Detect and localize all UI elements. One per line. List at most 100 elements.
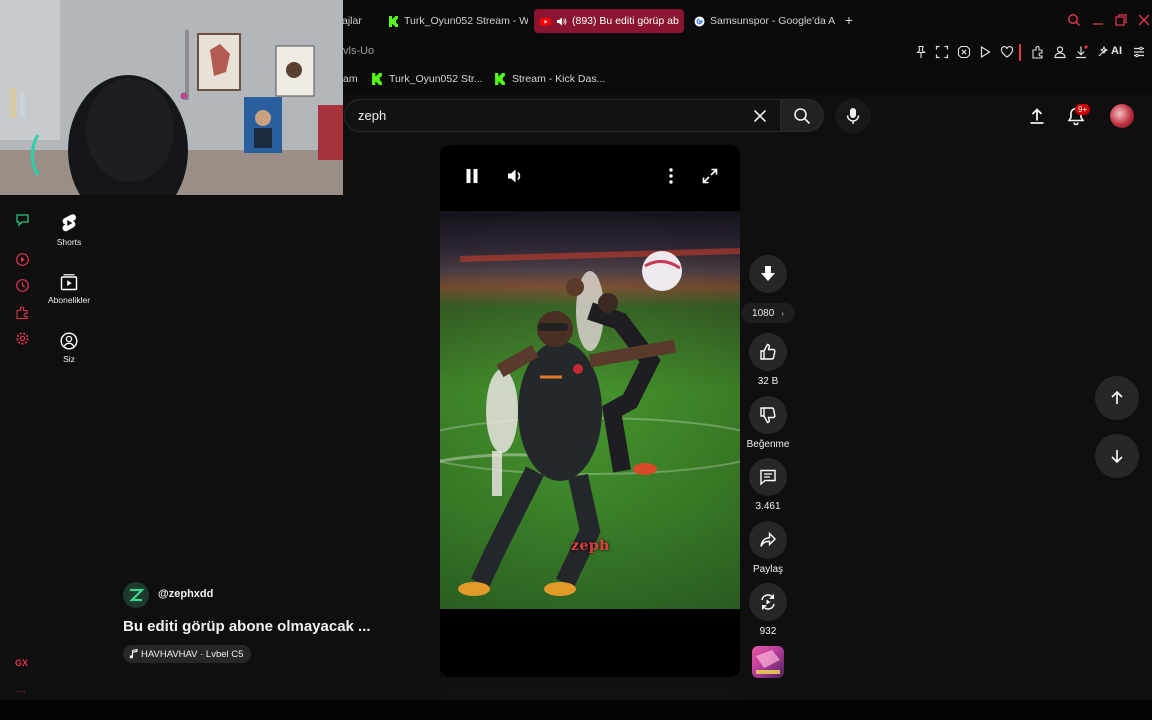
next-short-button[interactable] [1095, 434, 1139, 478]
bookmark-item[interactable]: Stream - Kick Das... [494, 73, 605, 85]
ai-label: AI [1111, 45, 1122, 57]
bookmark-label: Turk_Oyun052 Str... [389, 73, 483, 85]
share-button[interactable] [749, 521, 787, 559]
subscriptions-icon [60, 274, 78, 291]
more-options[interactable]: ... [16, 684, 27, 694]
sparkle-icon [1098, 45, 1109, 56]
share-label: Paylaş [752, 564, 783, 575]
close-window-icon[interactable] [1137, 13, 1151, 27]
guide-item-shorts[interactable]: Shorts [44, 213, 94, 247]
dislike-action[interactable]: Beğenme [746, 396, 790, 450]
music-note-icon [129, 649, 138, 659]
channel-avatar[interactable] [123, 582, 149, 608]
tab-kick-stream[interactable]: Turk_Oyun052 Stream - W [382, 9, 528, 33]
bookmark-item[interactable]: Turk_Oyun052 Str... [371, 73, 483, 85]
remix-button[interactable] [749, 583, 787, 621]
download-action[interactable] [748, 255, 788, 293]
tab-label: (893) Bu editi görüp ab [572, 15, 679, 27]
fullscreen-button[interactable] [699, 165, 721, 187]
dislike-button[interactable] [749, 396, 787, 434]
close-icon[interactable] [751, 107, 769, 125]
new-tab-button[interactable]: + [842, 12, 856, 28]
history-icon[interactable] [15, 278, 30, 293]
bookmark-item[interactable]: am [343, 73, 358, 85]
webcam-overlay [0, 0, 343, 195]
heart-icon[interactable] [1000, 45, 1014, 59]
notification-badge: 9+ [1075, 104, 1091, 115]
arrow-up-icon [1111, 390, 1123, 404]
player-icon[interactable] [978, 45, 992, 59]
snapshot-icon[interactable] [935, 45, 949, 59]
tab-youtube-active[interactable]: (893) Bu editi görüp ab [534, 9, 684, 33]
create-upload-button[interactable] [1025, 104, 1049, 128]
adblock-icon[interactable] [957, 45, 971, 59]
shorts-icon [62, 214, 76, 232]
restore-icon[interactable] [1114, 13, 1128, 27]
volume-button[interactable] [504, 165, 526, 187]
video-frame[interactable]: zeph [440, 211, 740, 609]
kick-icon [372, 73, 382, 85]
comments-action[interactable]: 3.461 [748, 458, 788, 512]
guide-label: Siz [63, 354, 75, 364]
remix-count: 932 [759, 626, 777, 637]
search-button[interactable] [780, 99, 824, 132]
search-input[interactable] [344, 99, 780, 132]
extensions-icon[interactable] [1031, 45, 1045, 59]
audio-track-thumbnail[interactable] [752, 646, 784, 678]
profile-icon[interactable] [1053, 45, 1067, 59]
remix-icon [761, 594, 775, 610]
chat-bubble-icon[interactable] [15, 212, 30, 227]
tab-google[interactable]: Samsunspor - Google'da A [688, 9, 836, 33]
thumbs-up-icon [760, 343, 776, 360]
volume-icon [508, 169, 521, 183]
bottom-bar [0, 700, 1152, 720]
dislike-label: Beğenme [746, 439, 790, 450]
kick-icon [388, 15, 399, 27]
quality-selector[interactable]: 1080 › [741, 303, 795, 323]
search-tabs-icon[interactable] [1067, 13, 1081, 27]
like-action[interactable]: 32 B [748, 333, 788, 387]
tab-label: Turk_Oyun052 Stream - W [404, 15, 528, 27]
pause-icon [466, 169, 478, 183]
download-button[interactable] [749, 255, 787, 293]
more-options-button[interactable] [660, 165, 682, 187]
previous-short-button[interactable] [1095, 376, 1139, 420]
comment-count: 3.461 [755, 501, 781, 512]
comments-button[interactable] [749, 458, 787, 496]
voice-search-button[interactable] [835, 99, 871, 133]
guide-item-subscriptions[interactable]: Abonelikler [44, 273, 94, 305]
settings-gear-icon[interactable] [15, 331, 30, 346]
ai-button[interactable]: AI [1098, 45, 1122, 57]
gx-sidebar [0, 195, 44, 700]
pause-button[interactable] [461, 165, 483, 187]
video-title[interactable]: Bu editi görüp abone olmayacak ... [123, 618, 371, 635]
video-watermark: zeph [571, 538, 610, 554]
remix-action[interactable]: 932 [748, 583, 788, 637]
avatar[interactable] [1110, 104, 1134, 128]
bookmark-label: am [343, 73, 358, 85]
quality-value: 1080 [752, 307, 775, 319]
gx-corner-label[interactable]: GX [15, 658, 28, 668]
channel-name[interactable]: @zephxdd [158, 588, 213, 600]
pin-icon[interactable] [914, 45, 928, 59]
upload-icon [1030, 108, 1044, 124]
tab-label: ajlar [342, 15, 362, 27]
easy-setup-icon[interactable] [1132, 45, 1146, 59]
like-button[interactable] [749, 333, 787, 371]
extensions-icon[interactable] [15, 305, 30, 320]
thumbs-down-icon [760, 407, 776, 424]
search-query[interactable]: zeph [358, 108, 386, 123]
shorts-player[interactable]: zeph [440, 145, 740, 677]
minimize-icon[interactable] [1091, 13, 1105, 27]
audio-pill[interactable]: HAVHAVHAV · Lvbel C5 [123, 645, 252, 663]
share-icon [760, 531, 776, 547]
download-icon[interactable] [1074, 45, 1088, 59]
speaker-icon[interactable] [556, 16, 567, 27]
channel-logo-icon [129, 588, 144, 602]
url-text[interactable]: vls-Uo [343, 45, 374, 57]
arrow-down-icon [1111, 450, 1123, 464]
share-action[interactable]: Paylaş [748, 521, 788, 575]
guide-label: Shorts [56, 237, 82, 247]
guide-item-you[interactable]: Siz [44, 332, 94, 364]
player-circle-icon[interactable] [15, 252, 30, 267]
